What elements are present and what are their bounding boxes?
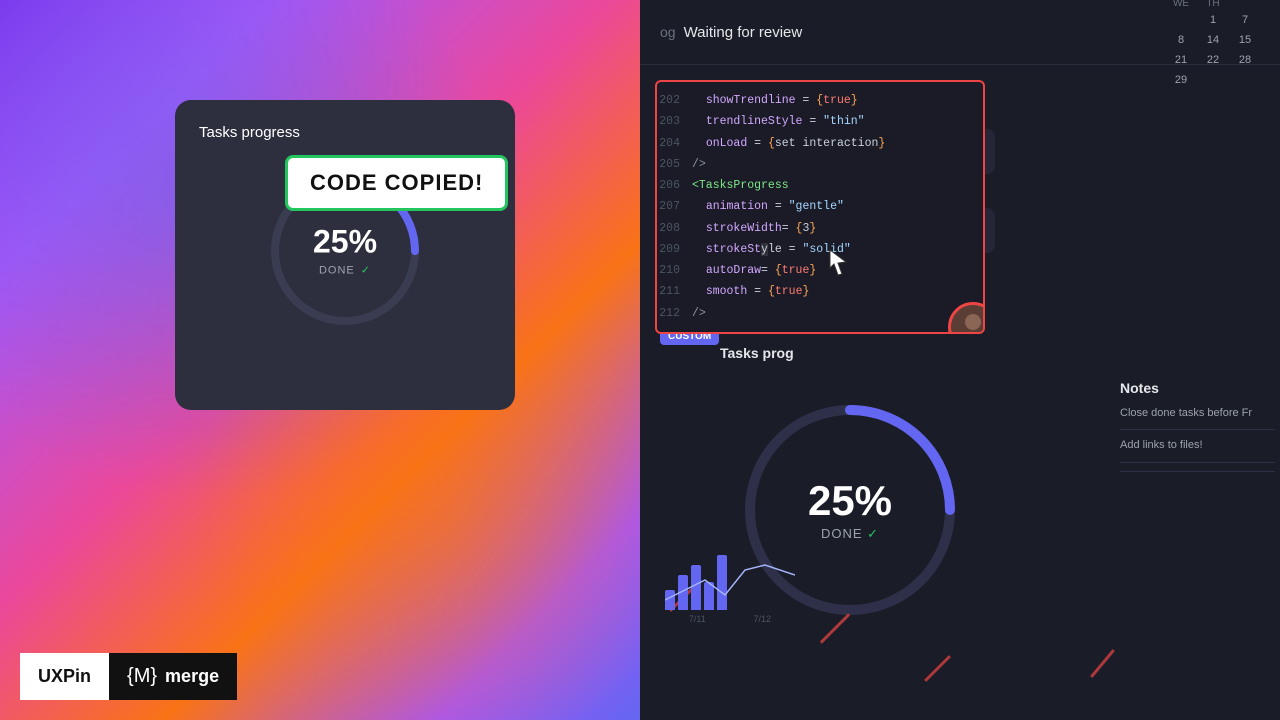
calendar-area: July 2021 WE TH 1 7 8 14 15 21 22 28 29 — [1166, 0, 1260, 89]
diag-line-3 — [924, 655, 951, 682]
waiting-review-title: Waiting for review — [684, 24, 803, 41]
big-check-icon: ✓ — [867, 526, 879, 541]
chart-label-2: 7/12 — [754, 614, 772, 624]
merge-black-bg: {M} merge — [109, 653, 237, 700]
cal-num-8: 8 — [1166, 31, 1196, 49]
line-num-206: 206 — [657, 177, 692, 194]
line-num-209: 209 — [657, 241, 692, 258]
line-content-209: strokeStyle = "solid" — [692, 241, 851, 258]
line-content-204: onLoad = {set interaction} — [692, 135, 885, 152]
tasks-prog-label: Tasks prog — [720, 345, 794, 361]
cal-num-2: 1 — [1198, 11, 1228, 29]
notes-panel: Notes Close done tasks before Fr Add lin… — [1120, 380, 1275, 480]
tasks-progress-bottom-title: Tasks prog — [720, 345, 794, 363]
tasks-card: Tasks progress 25% DONE ✓ — [175, 100, 515, 410]
chart-line-svg — [665, 550, 795, 610]
merge-label: merge — [165, 666, 219, 687]
breadcrumb-log: og — [660, 24, 676, 40]
top-bar: og Waiting for review July 2021 WE TH 1 … — [640, 0, 1280, 65]
line-content-203: trendlineStyle = "thin" — [692, 113, 865, 130]
note-item-2: Add links to files! — [1120, 438, 1275, 453]
big-done-label: DONE ✓ — [821, 526, 879, 541]
code-editor: 202 showTrendline = {true} 203 trendline… — [655, 80, 985, 334]
code-line-204: 204 onLoad = {set interaction} — [657, 133, 983, 154]
uxpin-merge-logo: UXPin {M} merge — [20, 653, 237, 700]
cal-num-15: 15 — [1230, 31, 1260, 49]
cal-num-21: 21 — [1166, 51, 1196, 69]
uxpin-white-bg: UXPin — [20, 653, 109, 700]
cal-num-1 — [1166, 11, 1196, 29]
cal-day-empty — [1230, 0, 1260, 9]
merge-icon: {M} — [127, 665, 157, 688]
line-num-205: 205 — [657, 156, 692, 173]
note-item-1: Close done tasks before Fr — [1120, 406, 1275, 421]
tasks-card-title: Tasks progress — [199, 124, 300, 141]
cal-num-29: 29 — [1166, 71, 1196, 89]
code-copied-text: CODE COPIED! — [310, 170, 483, 195]
code-line-212: 212 /> — [657, 303, 983, 324]
line-content-211: smooth = {true} — [692, 283, 809, 300]
right-panel: og Waiting for review July 2021 WE TH 1 … — [640, 0, 1280, 720]
line-content-206: <TasksProgress — [692, 177, 789, 194]
big-percent-value: 25% — [808, 477, 892, 525]
chart-area: 7/11 7/12 — [665, 550, 795, 640]
percent-value: 25% — [313, 224, 377, 261]
line-content-210: autoDraw= {true} — [692, 262, 816, 279]
done-label: DONE ✓ — [319, 265, 371, 277]
code-line-210: 210 autoDraw= {true} — [657, 260, 983, 281]
cal-num-28: 28 — [1230, 51, 1260, 69]
circle-center: 25% DONE ✓ — [313, 224, 377, 279]
diag-line-4 — [1090, 649, 1115, 678]
line-num-208: 208 — [657, 220, 692, 237]
line-content-207: animation = "gentle" — [692, 198, 844, 215]
code-line-203: 203 trendlineStyle = "thin" — [657, 111, 983, 132]
code-lines-container: 202 showTrendline = {true} 203 trendline… — [657, 82, 983, 332]
line-content-208: strokeWidth= {3} — [692, 220, 816, 237]
cal-day-we: WE — [1166, 0, 1196, 9]
note-divider-1 — [1120, 429, 1275, 430]
line-num-210: 210 — [657, 262, 692, 279]
cal-num-14: 14 — [1198, 31, 1228, 49]
uxpin-label: UXPin — [38, 666, 91, 687]
line-num-203: 203 — [657, 113, 692, 130]
cal-day-th: TH — [1198, 0, 1228, 9]
code-line-205: 205 /> — [657, 154, 983, 175]
big-circle-center-text: 25% DONE ✓ — [808, 477, 892, 543]
code-line-208: 208 strokeWidth= {3} — [657, 218, 983, 239]
cal-num-7: 7 — [1230, 11, 1260, 29]
code-line-211: 211 smooth = {true} — [657, 281, 983, 302]
chart-label-1: 7/11 — [689, 614, 706, 624]
code-copied-tooltip: CODE COPIED! — [285, 155, 508, 211]
line-num-211: 211 — [657, 283, 692, 300]
code-line-207: 207 animation = "gentle" — [657, 196, 983, 217]
line-content-202: showTrendline = {true} — [692, 92, 858, 109]
notes-title: Notes — [1120, 380, 1275, 396]
line-content-205: /> — [692, 156, 706, 173]
code-line-206: 206 <TasksProgress — [657, 175, 983, 196]
code-line-209: 209 strokeStyle = "solid" — [657, 239, 983, 260]
line-num-207: 207 — [657, 198, 692, 215]
cal-num-22: 22 — [1198, 51, 1228, 69]
check-icon: ✓ — [361, 265, 371, 277]
line-content-212: /> — [692, 305, 706, 322]
line-num-204: 204 — [657, 135, 692, 152]
note-divider-2 — [1120, 462, 1275, 463]
avatar-svg — [951, 305, 985, 334]
note-divider-3 — [1120, 471, 1275, 472]
left-panel: Tasks progress 25% DONE ✓ CODE COPIED! U… — [0, 0, 640, 720]
code-line-202: 202 showTrendline = {true} — [657, 90, 983, 111]
chart-labels: 7/11 7/12 — [665, 614, 795, 624]
line-num-202: 202 — [657, 92, 692, 109]
line-num-212: 212 — [657, 305, 692, 322]
